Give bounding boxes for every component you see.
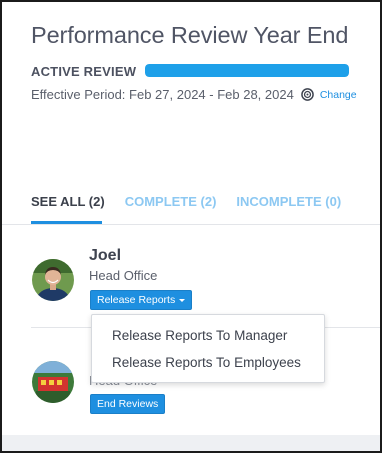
release-reports-button[interactable]: Release Reports [90,290,193,310]
review-progress-fill [145,64,349,77]
effective-period-row: Effective Period: Feb 27, 2024 - Feb 28,… [31,87,357,102]
person-avatar-icon [32,259,74,301]
person-name: Joel [89,247,122,264]
chevron-down-icon [179,298,186,302]
person-department: Head Office [89,268,158,283]
tabs-divider [2,224,380,225]
change-period-link[interactable]: Change [320,89,357,101]
review-panel: Performance Review Year End ACTIVE REVIE… [0,0,382,453]
target-icon[interactable] [301,88,314,101]
review-progress-bar [145,64,349,77]
tab-incomplete[interactable]: INCOMPLETE (0) [236,194,341,209]
page-title: Performance Review Year End [31,22,349,48]
colorful-avatar-icon [32,361,74,403]
effective-period-text: Effective Period: Feb 27, 2024 - Feb 28,… [31,87,294,102]
release-to-employees-item[interactable]: Release Reports To Employees [112,355,301,370]
review-tabs: SEE ALL (2) COMPLETE (2) INCOMPLETE (0) [31,194,361,209]
tab-complete[interactable]: COMPLETE (2) [125,194,217,209]
bottom-bar [2,435,380,451]
release-reports-label: Release Reports [97,294,176,306]
review-status-label: ACTIVE REVIEW [31,64,137,79]
end-reviews-button[interactable]: End Reviews [90,394,166,414]
release-reports-dropdown: Release Reports To Manager Release Repor… [91,314,325,383]
tab-see-all[interactable]: SEE ALL (2) [31,194,105,209]
release-to-manager-item[interactable]: Release Reports To Manager [112,328,287,343]
